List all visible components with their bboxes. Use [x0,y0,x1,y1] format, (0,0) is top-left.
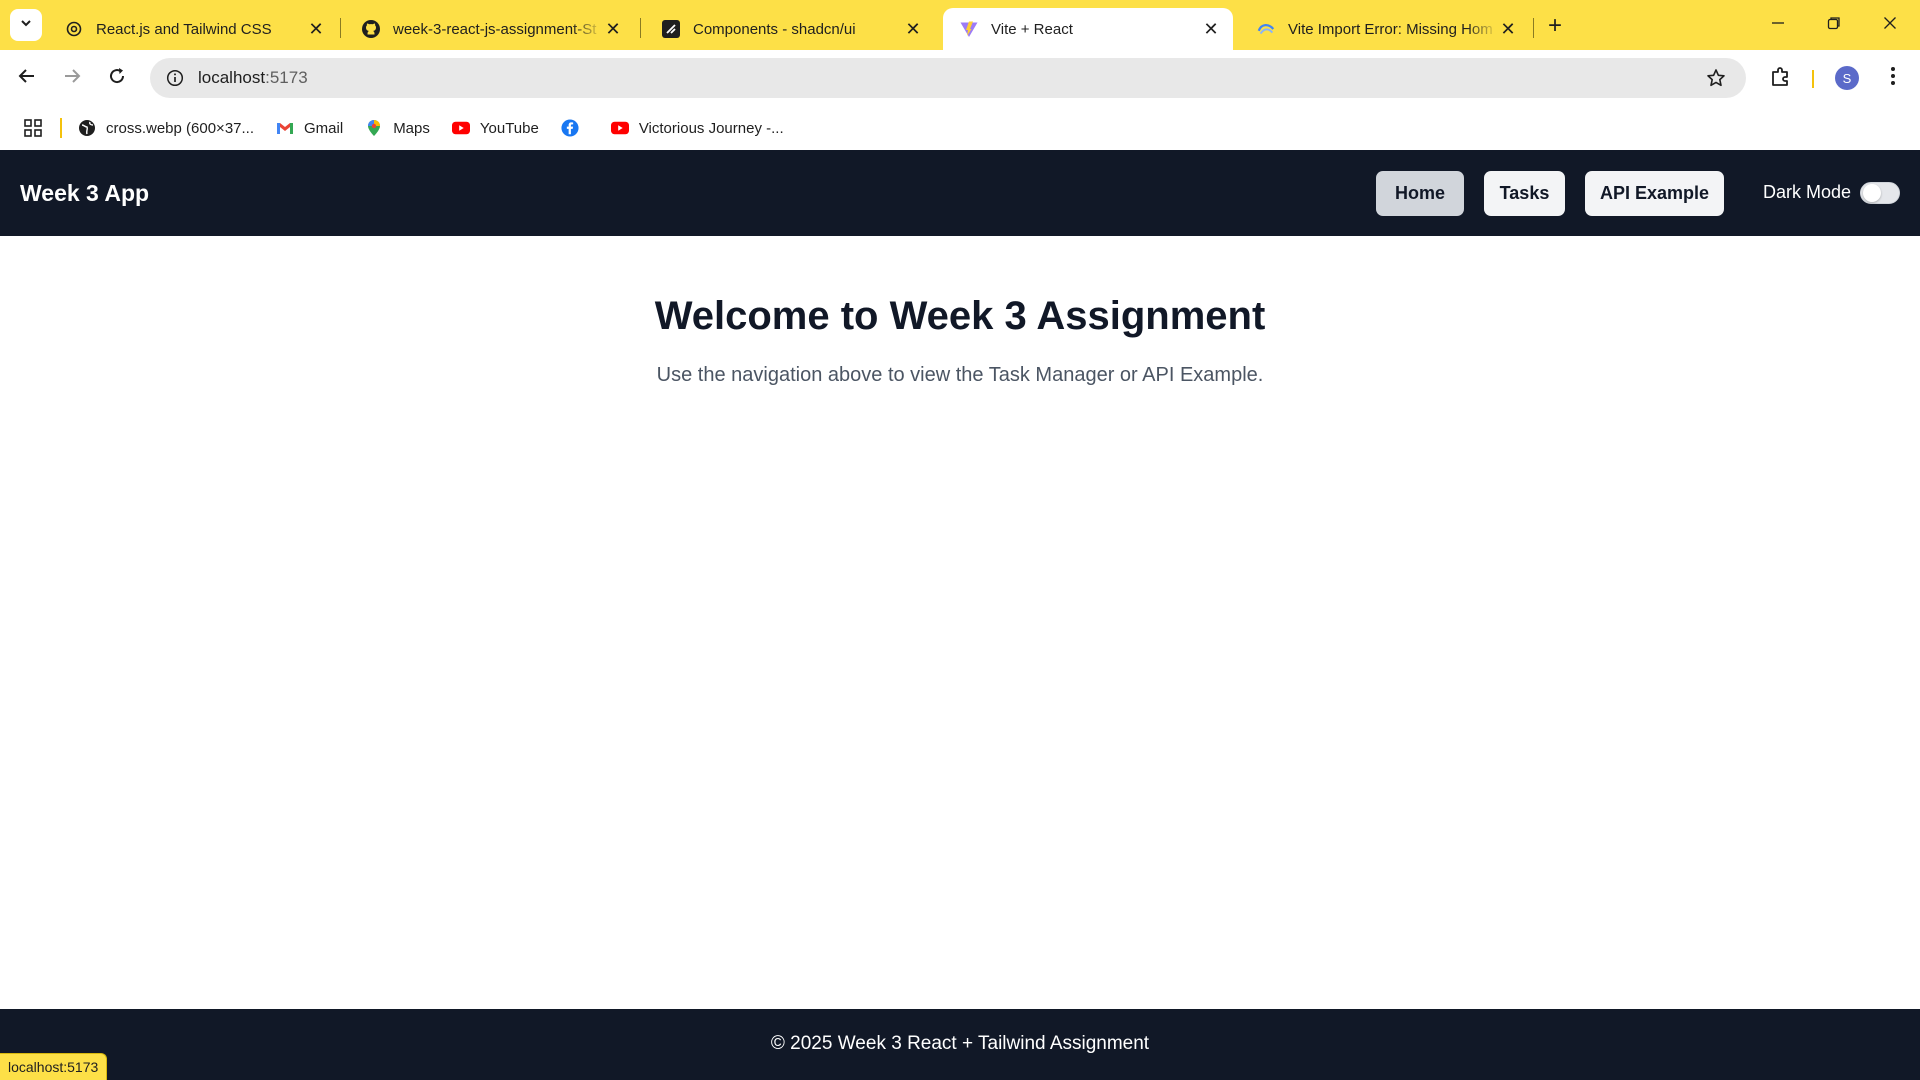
nav-tasks-button[interactable]: Tasks [1484,171,1565,216]
avatar: S [1835,66,1859,90]
app-brand[interactable]: Week 3 App [20,180,149,207]
close-icon[interactable]: ✕ [1201,19,1221,39]
bookmark-label: Victorious Journey -... [638,119,784,137]
app-navbar: Week 3 App Home Tasks API Example Dark M… [0,150,1920,236]
tab-divider [340,18,341,38]
new-tab-button[interactable]: + [1540,12,1570,40]
github-icon [361,19,381,39]
bookmark-item[interactable]: Gmail [276,119,343,137]
address-bar[interactable]: localhost:5173 [150,58,1746,98]
globe-icon [78,119,96,137]
reload-button[interactable] [100,61,134,95]
nav-home-button[interactable]: Home [1376,171,1464,216]
reload-icon [107,66,127,91]
toggle-knob [1863,184,1881,202]
kebab-menu-icon [1890,66,1896,91]
gemini-icon [1256,19,1276,39]
close-icon[interactable]: ✕ [306,19,326,39]
bookmark-label: cross.webp (600×37... [106,119,255,137]
browser-tab-active[interactable]: Vite + React ✕ [943,8,1233,50]
openai-icon [64,19,84,39]
apps-grid-icon[interactable] [22,117,44,139]
back-button[interactable] [10,61,44,95]
facebook-icon [561,119,579,137]
browser-window: React.js and Tailwind CSS ✕ week-3-react… [0,0,1920,1080]
bookmark-label: YouTube [479,119,539,137]
plus-icon: + [1547,12,1562,39]
dark-mode-toggle[interactable] [1860,182,1900,204]
youtube-icon [610,119,629,137]
vite-icon [959,19,979,39]
minimize-button[interactable] [1750,0,1806,48]
extensions-button[interactable] [1766,63,1796,93]
browser-tab[interactable]: Vite Import Error: Missing Hom ✕ [1240,8,1530,50]
page-subtitle: Use the navigation above to view the Tas… [656,364,1264,386]
browser-menu-button[interactable] [1878,63,1908,93]
browser-tab[interactable]: React.js and Tailwind CSS ✕ [48,8,338,50]
browser-tab[interactable]: Components - shadcn/ui ✕ [645,8,935,50]
bookmark-item[interactable]: Maps [365,119,430,137]
maps-pin-icon [365,119,383,137]
gmail-icon [276,119,294,137]
bookmarks-bar: cross.webp (600×37... Gmail Maps YouTube… [0,106,1920,150]
web-page: Week 3 App Home Tasks API Example Dark M… [0,150,1920,1080]
arrow-left-icon [17,66,37,91]
shadcn-icon [661,19,681,39]
tab-title: Vite + React [991,20,1073,38]
tab-divider [1533,18,1534,38]
bookmark-item[interactable]: YouTube [451,119,539,137]
tab-title: Components - shadcn/ui [693,20,856,38]
bookmark-item[interactable]: Victorious Journey -... [610,119,784,137]
close-icon[interactable]: ✕ [603,19,623,39]
puzzle-icon [1770,65,1792,92]
app-footer: © 2025 Week 3 React + Tailwind Assignmen… [0,1009,1920,1080]
bookmark-label: Gmail [304,119,344,137]
restore-button[interactable] [1806,0,1862,48]
browser-toolbar: localhost:5173 S [0,50,1920,106]
chevron-down-icon [19,16,33,35]
bookmarks-divider [60,118,62,138]
tab-strip: React.js and Tailwind CSS ✕ week-3-react… [0,0,1920,50]
address-host: localhost [198,68,266,87]
minimize-icon [1771,14,1785,35]
tab-search-button[interactable] [10,9,42,41]
tab-divider [640,18,641,38]
youtube-icon [451,119,470,137]
nav-api-example-button[interactable]: API Example [1585,171,1724,216]
address-url: localhost:5173 [198,68,308,88]
close-icon [1883,14,1897,35]
browser-tab[interactable]: week-3-react-js-assignment-St ✕ [345,8,635,50]
dark-mode-label: Dark Mode [1763,182,1852,202]
address-port: :5173 [265,68,308,87]
bookmark-label: Maps [393,119,430,137]
toolbar-divider [1812,70,1814,88]
page-title: Welcome to Week 3 Assignment [654,294,1266,338]
footer-copyright: © 2025 Week 3 React + Tailwind Assignmen… [770,1032,1150,1054]
profile-button[interactable]: S [1832,63,1862,93]
bookmark-item[interactable]: cross.webp (600×37... [78,119,254,137]
bookmark-star-icon[interactable] [1704,66,1728,90]
tab-title: Vite Import Error: Missing Hom [1288,20,1493,38]
restore-icon [1827,14,1841,35]
close-window-button[interactable] [1862,0,1918,48]
close-icon[interactable]: ✕ [903,19,923,39]
tab-title: week-3-react-js-assignment-St [393,20,597,38]
forward-button[interactable] [55,61,89,95]
link-status-bubble: localhost:5173 [0,1053,108,1080]
arrow-right-icon [62,66,82,91]
bookmark-item[interactable] [561,119,589,137]
site-info-icon[interactable] [164,67,186,89]
tab-title: React.js and Tailwind CSS [96,20,272,38]
close-icon[interactable]: ✕ [1498,19,1518,39]
